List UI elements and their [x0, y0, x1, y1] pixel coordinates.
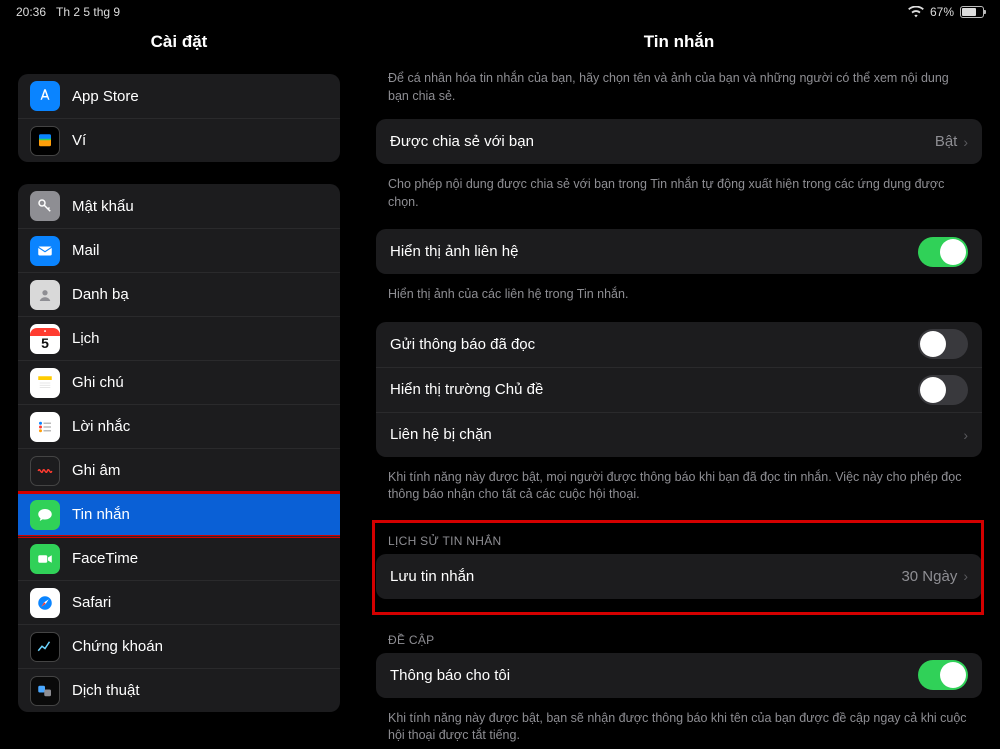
- row-label: Thông báo cho tôi: [390, 667, 918, 684]
- toggle-subject-field[interactable]: [918, 375, 968, 405]
- group-mentions: Thông báo cho tôi: [376, 653, 982, 698]
- key-icon: [30, 191, 60, 221]
- sidebar-item-mail[interactable]: Mail: [18, 228, 340, 272]
- sidebar-group-1: App Store Ví: [18, 74, 340, 162]
- row-blocked-contacts[interactable]: Liên hệ bị chặn ›: [376, 412, 982, 457]
- sidebar-item-translate[interactable]: Dịch thuật: [18, 668, 340, 712]
- blocked-footer: Khi tính năng này được bật, mọi người đư…: [376, 463, 982, 522]
- toggle-notify-me[interactable]: [918, 660, 968, 690]
- sidebar-item-label: Ghi âm: [72, 462, 328, 479]
- chevron-right-icon: ›: [963, 134, 968, 150]
- sidebar-item-label: Mật khẩu: [72, 198, 328, 215]
- sidebar-item-label: Lịch: [72, 330, 328, 347]
- sidebar-item-appstore[interactable]: App Store: [18, 74, 340, 118]
- row-label: Lưu tin nhắn: [390, 568, 901, 585]
- reminders-icon: [30, 412, 60, 442]
- highlighted-history-section: LỊCH SỬ TIN NHẮN Lưu tin nhắn 30 Ngày ›: [376, 522, 982, 615]
- sidebar-item-messages[interactable]: Tin nhắn: [18, 492, 340, 536]
- stocks-icon: [30, 632, 60, 662]
- intro-text: Để cá nhân hóa tin nhắn của bạn, hãy chọ…: [376, 70, 982, 119]
- sidebar-group-2: Mật khẩu Mail Danh bạ • 5 Lịch: [18, 184, 340, 712]
- safari-icon: [30, 588, 60, 618]
- row-label: Liên hệ bị chặn: [390, 426, 963, 443]
- status-bar: 20:36 Th 2 5 thg 9 67%: [0, 0, 1000, 24]
- row-label: Hiển thị ảnh liên hệ: [390, 243, 918, 260]
- contacts-icon: [30, 280, 60, 310]
- status-time: 20:36: [16, 5, 46, 19]
- sidebar-item-stocks[interactable]: Chứng khoán: [18, 624, 340, 668]
- sidebar-item-calendar[interactable]: • 5 Lịch: [18, 316, 340, 360]
- row-value: Bật: [935, 133, 958, 150]
- row-show-contact-photos[interactable]: Hiển thị ảnh liên hệ: [376, 229, 982, 274]
- calendar-icon: • 5: [30, 324, 60, 354]
- row-subject-field[interactable]: Hiển thị trường Chủ đề: [376, 367, 982, 412]
- sidebar-item-label: App Store: [72, 88, 328, 105]
- notes-icon: [30, 368, 60, 398]
- sidebar-item-label: Lời nhắc: [72, 418, 328, 435]
- sidebar-item-label: Safari: [72, 594, 328, 611]
- row-label: Hiển thị trường Chủ đề: [390, 381, 918, 398]
- battery-icon: [960, 6, 984, 18]
- sidebar-item-facetime[interactable]: FaceTime: [18, 536, 340, 580]
- row-read-receipts[interactable]: Gửi thông báo đã đọc: [376, 322, 982, 367]
- sidebar-item-notes[interactable]: Ghi chú: [18, 360, 340, 404]
- sidebar-item-passwords[interactable]: Mật khẩu: [18, 184, 340, 228]
- notify-footer: Khi tính năng này được bật, bạn sẽ nhận …: [376, 704, 982, 749]
- detail-title: Tin nhắn: [358, 32, 1000, 52]
- group-shared: Được chia sẻ với bạn Bật ›: [376, 119, 982, 164]
- row-notify-me[interactable]: Thông báo cho tôi: [376, 653, 982, 698]
- toggle-read-receipts[interactable]: [918, 329, 968, 359]
- group-history: Lưu tin nhắn 30 Ngày ›: [376, 554, 982, 599]
- wallet-icon: [30, 126, 60, 156]
- sidebar-item-contacts[interactable]: Danh bạ: [18, 272, 340, 316]
- sidebar-item-label: Tin nhắn: [72, 506, 328, 523]
- wifi-icon: [908, 6, 924, 18]
- chevron-right-icon: ›: [963, 568, 968, 584]
- sidebar-item-label: Ví: [72, 132, 328, 149]
- chevron-right-icon: ›: [963, 427, 968, 443]
- translate-icon: [30, 676, 60, 706]
- row-shared-with-you[interactable]: Được chia sẻ với bạn Bật ›: [376, 119, 982, 164]
- row-value: 30 Ngày: [901, 568, 957, 585]
- sidebar-title: Cài đặt: [18, 32, 340, 52]
- messages-icon: [30, 500, 60, 530]
- sidebar-item-label: FaceTime: [72, 550, 328, 567]
- sidebar-item-wallet[interactable]: Ví: [18, 118, 340, 162]
- group-read-subject-blocked: Gửi thông báo đã đọc Hiển thị trường Chủ…: [376, 322, 982, 457]
- row-label: Gửi thông báo đã đọc: [390, 336, 918, 353]
- battery-pct: 67%: [930, 5, 954, 19]
- sidebar-item-label: Chứng khoán: [72, 638, 328, 655]
- row-keep-messages[interactable]: Lưu tin nhắn 30 Ngày ›: [376, 554, 982, 599]
- settings-sidebar: Cài đặt App Store Ví Mật khẩu: [0, 24, 358, 749]
- toggle-show-photos[interactable]: [918, 237, 968, 267]
- show-photos-footer: Hiển thị ảnh của các liên hệ trong Tin n…: [376, 280, 982, 322]
- mentions-header: ĐỀ CẬP: [376, 627, 982, 653]
- facetime-icon: [30, 544, 60, 574]
- detail-panel: Tin nhắn Để cá nhân hóa tin nhắn của bạn…: [358, 24, 1000, 749]
- voice-icon: [30, 456, 60, 486]
- sidebar-item-label: Dịch thuật: [72, 682, 328, 699]
- sidebar-item-label: Danh bạ: [72, 286, 328, 303]
- sidebar-item-reminders[interactable]: Lời nhắc: [18, 404, 340, 448]
- mail-icon: [30, 236, 60, 266]
- history-header: LỊCH SỬ TIN NHẮN: [376, 528, 982, 554]
- sidebar-item-label: Ghi chú: [72, 374, 328, 391]
- shared-footer: Cho phép nội dung được chia sẻ với bạn t…: [376, 170, 982, 229]
- row-label: Được chia sẻ với bạn: [390, 133, 935, 150]
- sidebar-item-safari[interactable]: Safari: [18, 580, 340, 624]
- group-show-photos: Hiển thị ảnh liên hệ: [376, 229, 982, 274]
- appstore-icon: [30, 81, 60, 111]
- sidebar-item-voicememos[interactable]: Ghi âm: [18, 448, 340, 492]
- status-date: Th 2 5 thg 9: [56, 5, 120, 19]
- sidebar-item-label: Mail: [72, 242, 328, 259]
